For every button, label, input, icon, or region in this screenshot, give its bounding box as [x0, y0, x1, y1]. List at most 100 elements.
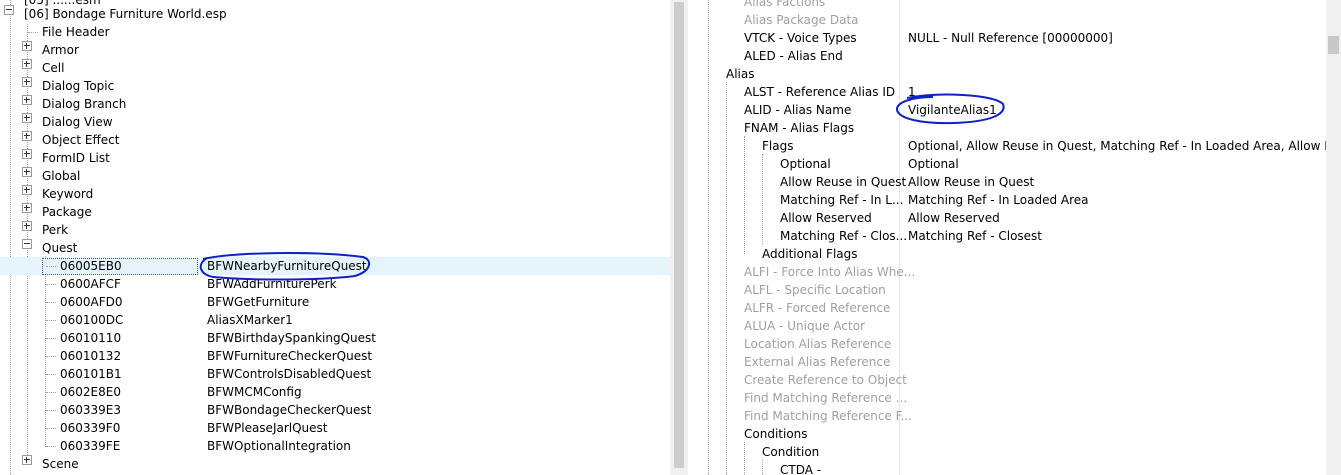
quest-row[interactable]: 06010132 BFWFurnitureCheckerQuest	[0, 347, 670, 365]
prop-row-alias-factions[interactable]: Alias Factions	[688, 0, 1328, 11]
quest-row[interactable]: 060101B1 BFWControlsDisabledQuest	[0, 365, 670, 383]
prop-label: ALUA - Unique Actor	[744, 319, 865, 333]
tree-row-keyword[interactable]: Keyword	[0, 185, 670, 203]
quest-row[interactable]: 06010110 BFWBirthdaySpankingQuest	[0, 329, 670, 347]
prop-row-alid[interactable]: ALID - Alias Name VigilanteAlias1	[688, 101, 1328, 119]
expand-icon[interactable]	[22, 221, 32, 231]
prop-row-flags[interactable]: Flags Optional, Allow Reuse in Quest, Ma…	[688, 137, 1341, 155]
tree-row-label: Dialog Topic	[42, 79, 115, 93]
prop-label: Conditions	[744, 427, 808, 441]
right-scrollbar-thumb[interactable]	[1328, 36, 1339, 54]
prop-row-condition[interactable]: Condition	[688, 443, 1328, 461]
prop-row-alfr[interactable]: ALFR - Forced Reference	[688, 299, 1328, 317]
prop-row-external-alias-ref[interactable]: External Alias Reference	[688, 353, 1328, 371]
quest-formid: 0600AFCF	[60, 277, 121, 291]
prop-row-vtck[interactable]: VTCK - Voice Types NULL - Null Reference…	[688, 29, 1328, 47]
expand-icon[interactable]	[22, 59, 32, 69]
quest-editor-id: BFWAddFurniturePerk	[207, 277, 337, 291]
quest-row[interactable]: 060100DC AliasXMarker1	[0, 311, 670, 329]
quest-row[interactable]: 0600AFCF BFWAddFurniturePerk	[0, 275, 670, 293]
quest-row[interactable]: 060339E3 BFWBondageCheckerQuest	[0, 401, 670, 419]
expand-icon[interactable]	[22, 185, 32, 195]
prop-row-alua[interactable]: ALUA - Unique Actor	[688, 317, 1328, 335]
prop-label: ALFR - Forced Reference	[744, 301, 891, 315]
tree-row-file-header[interactable]: File Header	[0, 23, 670, 41]
prop-value[interactable]: 1	[908, 83, 916, 101]
tree-row-formid-list[interactable]: FormID List	[0, 149, 670, 167]
collapse-icon[interactable]	[4, 5, 14, 15]
prop-row-fnam[interactable]: FNAM - Alias Flags	[688, 119, 1328, 137]
prop-value[interactable]: Optional, Allow Reuse in Quest, Matching…	[908, 137, 1341, 155]
prop-value[interactable]: Allow Reserved	[908, 209, 1000, 227]
prop-row-ctda[interactable]: CTDA -	[688, 461, 1328, 475]
prop-row-alst[interactable]: ALST - Reference Alias ID 1	[688, 83, 1328, 101]
prop-label: Alias	[726, 67, 755, 81]
prop-row-aled[interactable]: ALED - Alias End	[688, 47, 1328, 65]
prop-value[interactable]: Matching Ref - Closest	[908, 227, 1042, 245]
prop-row-flag-allow-reserved[interactable]: Allow Reserved Allow Reserved	[688, 209, 1328, 227]
prop-row-location-alias-ref[interactable]: Location Alias Reference	[688, 335, 1328, 353]
quest-editor-id: BFWOptionalIntegration	[207, 439, 351, 453]
prop-label: Location Alias Reference	[744, 337, 892, 351]
tree-guide	[46, 428, 56, 429]
quest-row[interactable]: 060339F0 BFWPleaseJarlQuest	[0, 419, 670, 437]
tree-row-cell[interactable]: Cell	[0, 59, 670, 77]
expand-icon[interactable]	[22, 131, 32, 141]
prop-row-create-reference[interactable]: Create Reference to Object	[688, 371, 1328, 389]
prop-row-alias-package-data[interactable]: Alias Package Data	[688, 11, 1328, 29]
tree-row-label: File Header	[42, 25, 110, 39]
tree-row-armor[interactable]: Armor	[0, 41, 670, 59]
prop-row-flag-matching-closest[interactable]: Matching Ref - Clos... Matching Ref - Cl…	[688, 227, 1328, 245]
prop-value[interactable]: Allow Reuse in Quest	[908, 173, 1034, 191]
tree-row-global[interactable]: Global	[0, 167, 670, 185]
expand-icon[interactable]	[22, 41, 32, 51]
expand-icon[interactable]	[22, 113, 32, 123]
prop-row-additional-flags[interactable]: Additional Flags	[688, 245, 1328, 263]
prop-label: Matching Ref - Clos...	[780, 229, 908, 243]
tree-row-dialog-topic[interactable]: Dialog Topic	[0, 77, 670, 95]
right-scrollbar[interactable]	[1326, 0, 1341, 475]
prop-label: VTCK - Voice Types	[744, 31, 857, 45]
tree-row-scene[interactable]: Scene	[0, 455, 670, 473]
tree-row-dialog-view[interactable]: Dialog View	[0, 113, 670, 131]
expand-icon[interactable]	[22, 167, 32, 177]
expand-icon[interactable]	[22, 95, 32, 105]
quest-row[interactable]: 0600AFD0 BFWGetFurniture	[0, 293, 670, 311]
expand-icon[interactable]	[22, 203, 32, 213]
prop-row-flag-matching-loaded[interactable]: Matching Ref - In L... Matching Ref - In…	[688, 191, 1328, 209]
left-scrollbar[interactable]	[672, 0, 686, 475]
tree-row-package[interactable]: Package	[0, 203, 670, 221]
alias-name-value[interactable]: VigilanteAlias1	[908, 101, 997, 119]
prop-row-alfl[interactable]: ALFL - Specific Location	[688, 281, 1328, 299]
focus-rectangle	[42, 258, 198, 275]
prop-row-alias[interactable]: Alias	[688, 65, 1328, 83]
prop-row-alfi[interactable]: ALFI - Force Into Alias Whe...	[688, 263, 1328, 281]
tree-row-plugin[interactable]: [06] Bondage Furniture World.esp	[0, 5, 670, 23]
prop-label: Find Matching Reference F...	[744, 409, 913, 423]
quest-row[interactable]: 060339FE BFWOptionalIntegration	[0, 437, 670, 455]
prop-value[interactable]: Optional	[908, 155, 959, 173]
prop-value[interactable]: Matching Ref - In Loaded Area	[908, 191, 1089, 209]
prop-value[interactable]: NULL - Null Reference [00000000]	[908, 29, 1113, 47]
tree-row-label: Keyword	[42, 187, 94, 201]
collapse-icon[interactable]	[22, 239, 32, 249]
expand-icon[interactable]	[22, 455, 32, 465]
record-view-pane[interactable]: Alias Factions Alias Package Data VTCK -…	[688, 0, 1341, 475]
tree-row-quest[interactable]: Quest	[0, 239, 670, 257]
expand-icon[interactable]	[22, 77, 32, 87]
tree-row-dialog-branch[interactable]: Dialog Branch	[0, 95, 670, 113]
expand-icon[interactable]	[22, 149, 32, 159]
prop-row-flag-allow-reuse[interactable]: Allow Reuse in Quest Allow Reuse in Ques…	[688, 173, 1328, 191]
prop-row-find-matching-2[interactable]: Find Matching Reference F...	[688, 407, 1328, 425]
tree-row-perk[interactable]: Perk	[0, 221, 670, 239]
left-scrollbar-thumb[interactable]	[674, 2, 684, 468]
tree-row-object-effect[interactable]: Object Effect	[0, 131, 670, 149]
record-tree-pane[interactable]: [05] ......esm [06] Bondage Furniture Wo…	[0, 0, 670, 475]
tree-row-label: Perk	[42, 223, 69, 237]
prop-row-find-matching-1[interactable]: Find Matching Reference ...	[688, 389, 1328, 407]
prop-label: Alias Package Data	[744, 13, 859, 27]
quest-row[interactable]: 0602E8E0 BFWMCMConfig	[0, 383, 670, 401]
prop-row-flag-optional[interactable]: Optional Optional	[688, 155, 1328, 173]
prop-row-conditions[interactable]: Conditions	[688, 425, 1328, 443]
tree-row-label: Cell	[42, 61, 65, 75]
